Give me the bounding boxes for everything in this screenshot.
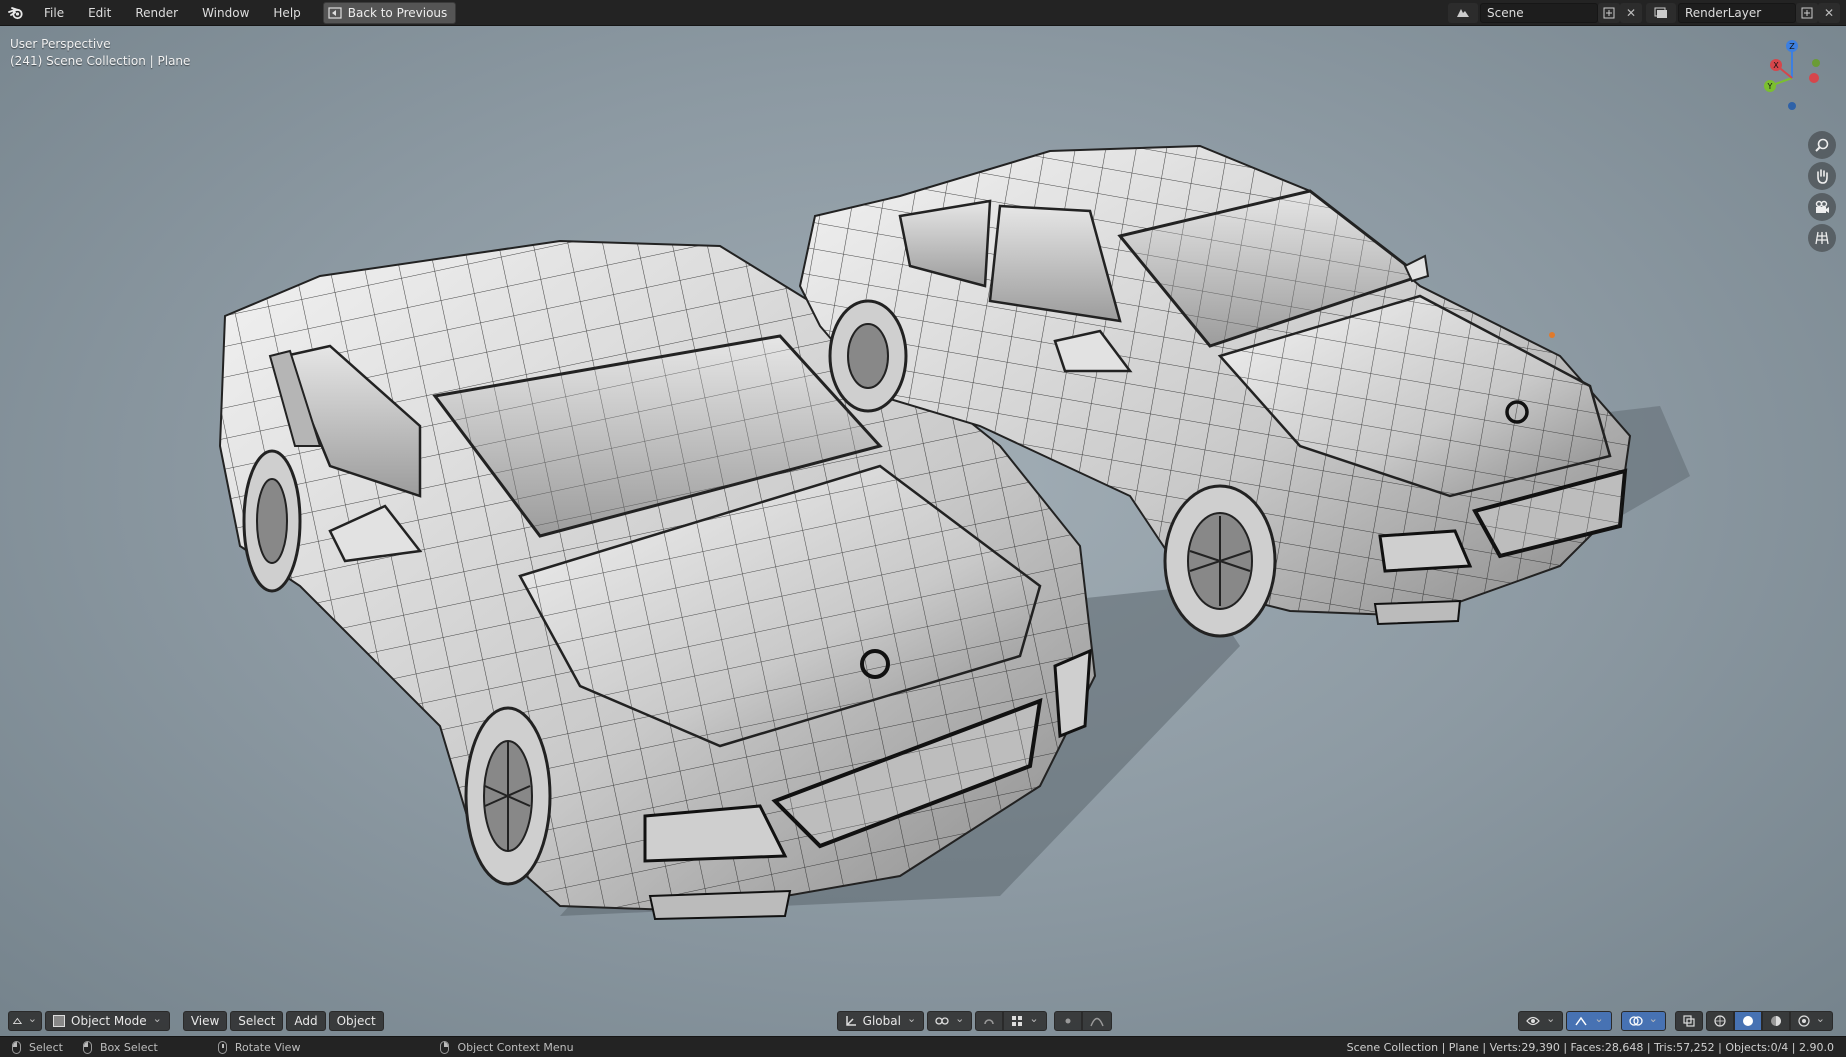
status-box-select: Box Select (82, 1040, 158, 1054)
perspective-label: User Perspective (10, 37, 111, 51)
transform-orientation-label: Global (862, 1014, 901, 1028)
snap-toggle-icon[interactable] (975, 1011, 1004, 1031)
car-right-front-wheel (1163, 484, 1277, 638)
status-context-menu: Object Context Menu (440, 1040, 574, 1054)
view-menu[interactable]: View (182, 1011, 228, 1031)
delete-render-layer-icon[interactable]: ✕ (1818, 3, 1840, 23)
gizmo-neg-y[interactable] (1812, 59, 1820, 67)
grid-icon[interactable] (1808, 224, 1836, 252)
3d-viewport[interactable]: User Perspective (241) Scene Collection … (0, 26, 1846, 1036)
overlay-icon[interactable] (1620, 1011, 1666, 1031)
menu-file[interactable]: File (32, 0, 76, 26)
scene-icon[interactable] (1448, 3, 1478, 23)
xray-icon[interactable] (1674, 1011, 1703, 1031)
status-rotate-view: Rotate View (217, 1040, 300, 1054)
scene-render (218, 144, 1690, 921)
shading-material-icon[interactable] (1761, 1011, 1790, 1031)
back-to-previous-button[interactable]: Back to Previous (322, 1, 457, 24)
mouse-left-icon (12, 1040, 21, 1054)
svg-text:X: X (1773, 61, 1779, 70)
back-icon (328, 6, 342, 19)
editor-type-icon[interactable] (8, 1011, 42, 1031)
object-mode-dropdown[interactable]: Object Mode (45, 1011, 170, 1031)
new-scene-icon[interactable] (1598, 3, 1620, 23)
add-menu[interactable]: Add (286, 1011, 326, 1031)
object-mode-label: Object Mode (71, 1014, 147, 1028)
camera-icon[interactable] (1808, 193, 1836, 221)
render-layer-name-field[interactable]: RenderLayer (1678, 3, 1796, 23)
orientation-icon (845, 1016, 856, 1026)
transform-orientation-dropdown[interactable]: Global (836, 1011, 925, 1031)
menu-edit[interactable]: Edit (76, 0, 123, 26)
scene-selector[interactable]: Scene ✕ (1448, 3, 1642, 23)
status-bar: Select Box Select Rotate View Object Con… (0, 1036, 1846, 1057)
proportional-icon[interactable] (1053, 1011, 1082, 1031)
shading-wire-icon[interactable] (1705, 1011, 1734, 1031)
visibility-icon[interactable] (1518, 1011, 1564, 1031)
navigation-gizmo[interactable]: Z Y X (1752, 36, 1832, 116)
gizmo-neg-z[interactable] (1788, 102, 1796, 110)
top-bar: File Edit Render Window Help Back to Pre… (0, 0, 1846, 26)
menu-help[interactable]: Help (261, 0, 312, 26)
origin-point (1549, 332, 1555, 338)
menu-render[interactable]: Render (123, 0, 190, 26)
car-left-front-wheel (464, 706, 552, 886)
snap-icon[interactable] (1003, 1011, 1047, 1031)
gizmo-icon[interactable] (1566, 1011, 1612, 1031)
hand-icon[interactable] (1808, 162, 1836, 190)
shading-render-icon[interactable] (1789, 1011, 1833, 1031)
car-left-rear-wheel (242, 449, 302, 593)
delete-scene-icon[interactable]: ✕ (1620, 3, 1642, 23)
shading-solid-icon[interactable] (1733, 1011, 1762, 1031)
mode-icon (53, 1015, 65, 1027)
viewport-info: User Perspective (241) Scene Collection … (10, 36, 190, 70)
select-menu[interactable]: Select (230, 1011, 284, 1031)
object-menu[interactable]: Object (328, 1011, 384, 1031)
render-layer-selector[interactable]: RenderLayer ✕ (1646, 3, 1840, 23)
render-layer-icon[interactable] (1646, 3, 1676, 23)
blender-logo-icon[interactable] (0, 0, 32, 26)
mouse-drag-icon (82, 1040, 92, 1054)
mouse-right-icon (440, 1040, 450, 1054)
collection-label: (241) Scene Collection | Plane (10, 54, 191, 68)
menu-window[interactable]: Window (190, 0, 261, 26)
scene-statistics: Scene Collection | Plane | Verts:29,390 … (1346, 1040, 1834, 1054)
car-right-rear-wheel (828, 299, 908, 413)
zoom-icon[interactable] (1808, 131, 1836, 159)
back-button-label: Back to Previous (347, 5, 448, 20)
svg-text:Z: Z (1789, 42, 1795, 51)
gizmo-neg-x[interactable] (1809, 73, 1819, 83)
scene-name-field[interactable]: Scene (1480, 3, 1598, 23)
proportional-falloff-icon[interactable] (1081, 1011, 1112, 1031)
pivot-icon[interactable] (927, 1011, 973, 1031)
mouse-middle-icon (217, 1040, 227, 1054)
viewport-header: Object Mode View Select Add Object Globa… (0, 1006, 1846, 1036)
new-render-layer-icon[interactable] (1796, 3, 1818, 23)
status-select: Select (12, 1040, 63, 1054)
svg-text:Y: Y (1767, 82, 1773, 91)
